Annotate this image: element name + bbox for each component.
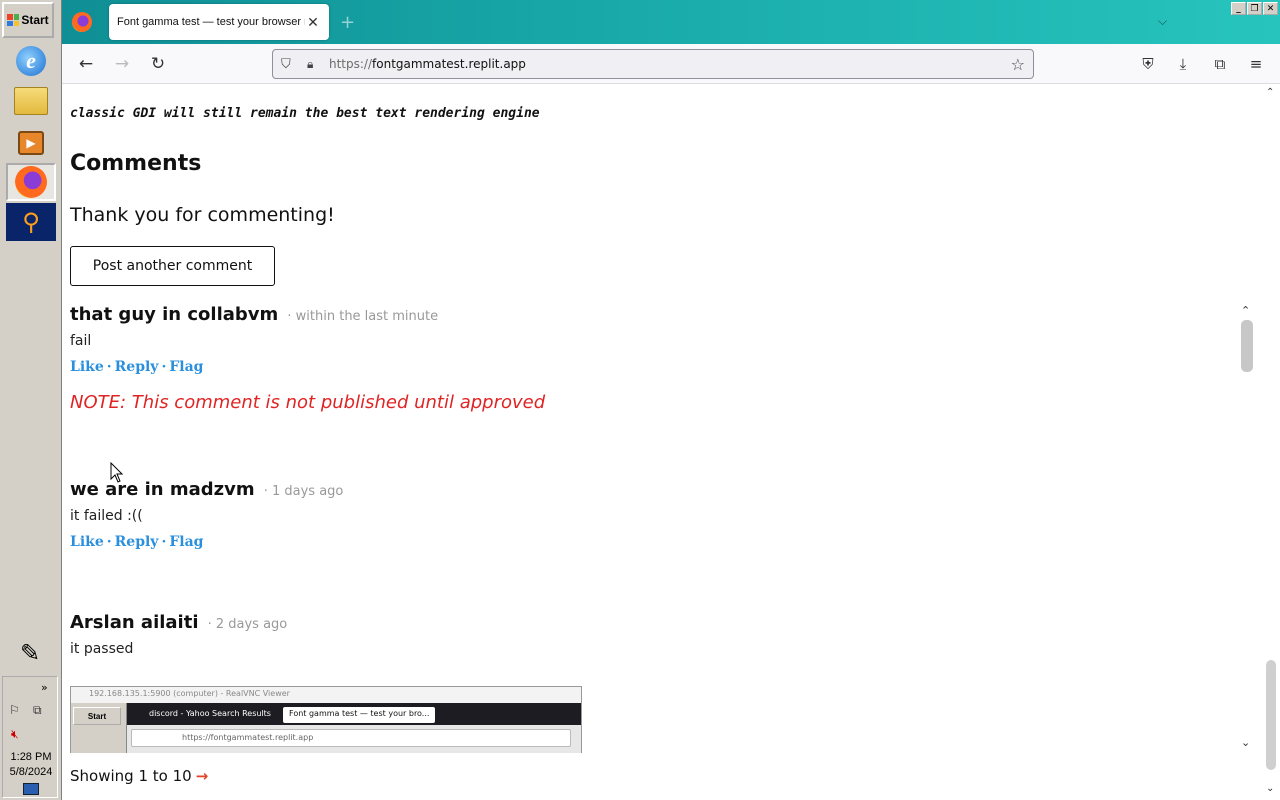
window-controls: _ ❐ ✕ [1231, 2, 1278, 15]
show-desktop-icon[interactable] [23, 783, 39, 795]
flag-link[interactable]: Flag [169, 534, 203, 550]
page-content: classic GDI will still remain the best t… [62, 85, 1262, 800]
page-scroll-thumb[interactable] [1266, 660, 1276, 770]
separator: · [161, 359, 167, 375]
comment-item: Arslan ailaiti · 2 days ago it passed [70, 612, 1220, 657]
extensions-icon[interactable]: ⧉ [1208, 52, 1232, 76]
post-another-comment-button[interactable]: Post another comment [70, 246, 275, 286]
lock-icon[interactable]: 🔒︎ [307, 57, 329, 72]
bookmark-star-icon[interactable]: ☆ [1011, 55, 1025, 74]
like-link[interactable]: Like [70, 359, 104, 375]
comment-time: · within the last minute [287, 309, 439, 324]
next-page-arrow-icon[interactable]: → [196, 767, 209, 785]
scroll-down-icon[interactable]: ⌄ [1241, 736, 1250, 749]
reply-link[interactable]: Reply [115, 359, 159, 375]
reload-icon[interactable]: ↻ [146, 52, 170, 76]
new-tab-icon[interactable]: + [340, 12, 355, 33]
comment-time: · 2 days ago [207, 617, 288, 632]
list-all-tabs-icon[interactable]: ⌵ [1158, 14, 1167, 29]
scroll-thumb[interactable] [1241, 320, 1253, 372]
clock-date[interactable]: 5/8/2024 [3, 766, 59, 778]
comment-attachment-image[interactable]: 192.168.135.1:5900 (computer) - RealVNC … [70, 686, 582, 753]
close-window-button[interactable]: ✕ [1263, 2, 1278, 15]
firefox-window: Font gamma test — test your browser rend… [62, 0, 1280, 800]
navigation-toolbar: ← → ↻ ⛉ 🔒︎ https:// fontgammatest.replit… [62, 44, 1280, 84]
network-icon[interactable]: ⧉ [33, 703, 42, 718]
thanks-message: Thank you for commenting! [70, 204, 335, 226]
embedded-url: https://fontgammatest.replit.app [131, 729, 571, 747]
comment-body: it failed :(( [70, 508, 143, 524]
system-tray: » ⚐ ⧉ 🔇︎ 1:28 PM 5/8/2024 [2, 676, 58, 798]
restore-button[interactable]: ❐ [1247, 2, 1262, 15]
internet-explorer-icon[interactable]: e [6, 42, 56, 80]
url-scheme: https:// [329, 57, 373, 71]
tab-font-gamma-test[interactable]: Font gamma test — test your browser rend… [109, 4, 329, 40]
scroll-up-icon[interactable]: ⌃ [1241, 304, 1250, 317]
pagination-status: Showing 1 to 10 → [70, 767, 208, 785]
comment-item: that guy in collabvm · within the last m… [70, 304, 1220, 413]
comment-body: fail [70, 333, 92, 349]
back-icon[interactable]: ← [74, 52, 98, 76]
comment-author: we are in madzvm [70, 479, 255, 500]
separator: · [106, 534, 112, 550]
minimize-button[interactable]: _ [1231, 2, 1246, 15]
tracking-protection-icon[interactable]: ⛉ [281, 57, 301, 72]
page-scroll-down-icon[interactable]: ⌄ [1266, 783, 1274, 794]
address-bar[interactable]: ⛉ 🔒︎ https:// fontgammatest.replit.app ☆ [272, 49, 1034, 79]
separator: · [106, 359, 112, 375]
comment-body: it passed [70, 641, 134, 657]
comments-scrollbar[interactable]: ⌃ ⌄ [1238, 304, 1254, 753]
pocket-icon[interactable]: ⛨ [1136, 52, 1160, 76]
close-tab-icon[interactable]: ✕ [305, 14, 321, 31]
like-link[interactable]: Like [70, 534, 104, 550]
firefox-taskbar-icon[interactable] [6, 163, 56, 201]
url-host: fontgammatest.replit.app [372, 57, 526, 71]
tab-strip: Font gamma test — test your browser rend… [62, 0, 1280, 44]
vnc-title: 192.168.135.1:5900 (computer) - RealVNC … [71, 687, 581, 703]
tray-expand-icon[interactable]: » [41, 681, 48, 694]
showing-text: Showing 1 to 10 [70, 767, 192, 785]
comments-heading: Comments [70, 151, 202, 176]
page-scroll-up-icon[interactable]: ⌃ [1266, 87, 1274, 98]
embedded-tab-font-gamma: Font gamma test — test your bro... [283, 707, 436, 723]
separator: · [161, 534, 167, 550]
start-label: Start [21, 13, 49, 27]
media-player-icon[interactable]: ▶ [6, 124, 56, 162]
comment-author: Arslan ailaiti [70, 612, 199, 633]
reply-link[interactable]: Reply [115, 534, 159, 550]
comments-list[interactable]: that guy in collabvm · within the last m… [70, 304, 1260, 753]
comment-time: · 1 days ago [263, 484, 344, 499]
flag-link[interactable]: Flag [169, 359, 203, 375]
comment-item: we are in madzvm · 1 days ago it failed … [70, 479, 1220, 550]
file-explorer-icon[interactable] [6, 82, 56, 120]
start-button[interactable]: Start [2, 2, 54, 38]
downloads-icon[interactable]: ⤓ [1171, 52, 1195, 76]
menu-icon[interactable]: ≡ [1244, 52, 1268, 76]
windows-taskbar: Start e ▶ ⚲ ✎ » ⚐ ⧉ 🔇︎ 1:28 PM 5/8/2024 [0, 0, 62, 800]
windows-logo-icon [7, 14, 20, 26]
firefox-view-icon[interactable] [72, 12, 92, 32]
flag-icon[interactable]: ⚐ [9, 703, 20, 717]
pen-tablet-icon[interactable]: ✎ [10, 636, 50, 670]
volume-muted-icon[interactable]: 🔇︎ [11, 727, 19, 742]
embedded-start-button: Start [73, 707, 121, 725]
page-scrollbar[interactable]: ⌃ ⌄ [1262, 85, 1280, 800]
search-app-icon[interactable]: ⚲ [6, 203, 56, 241]
clock-time[interactable]: 1:28 PM [3, 751, 59, 763]
mouse-cursor-icon [110, 462, 124, 483]
forward-icon[interactable]: → [110, 52, 134, 76]
moderation-note: NOTE: This comment is not published unti… [70, 392, 546, 413]
gdi-sample-text: classic GDI will still remain the best t… [70, 106, 540, 121]
comment-author: that guy in collabvm [70, 304, 279, 325]
embedded-tab-yahoo: discord - Yahoo Search Results [149, 709, 271, 718]
tab-title: Font gamma test — test your browser rend… [117, 16, 305, 28]
